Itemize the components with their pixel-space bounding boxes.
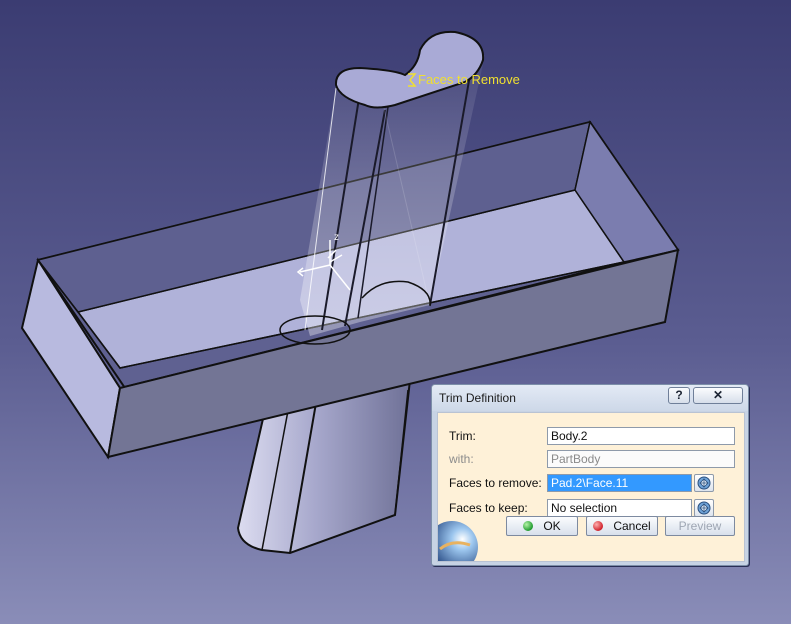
cancel-button[interactable]: Cancel: [586, 516, 658, 536]
selection-picker-icon: [697, 501, 711, 515]
faces-to-keep-picker-button[interactable]: [694, 499, 714, 517]
close-button[interactable]: ✕: [693, 387, 743, 404]
preview-button[interactable]: Preview: [665, 516, 735, 536]
trim-label: Trim:: [449, 429, 476, 443]
faces-to-remove-label: Faces to remove:: [449, 476, 542, 490]
dialog-titlebar[interactable]: Trim Definition ? ✕: [432, 385, 748, 411]
cancel-label: Cancel: [613, 519, 651, 533]
trim-field[interactable]: Body.2: [547, 427, 735, 445]
ok-button[interactable]: OK: [506, 516, 578, 536]
faces-to-remove-field[interactable]: Pad.2\Face.11: [547, 474, 692, 492]
cancel-icon: [593, 521, 604, 531]
dialog-body: Trim: Body.2 with: PartBody Faces to rem…: [437, 412, 745, 562]
annotation-text: Faces to Remove: [418, 72, 520, 87]
dialog-title: Trim Definition: [439, 391, 516, 405]
faces-to-keep-field[interactable]: No selection: [547, 499, 692, 517]
faces-to-remove-picker-button[interactable]: [694, 474, 714, 492]
axis-z-label: z: [334, 232, 339, 243]
with-field: PartBody: [547, 450, 735, 468]
selection-picker-icon: [697, 476, 711, 490]
globe-icon: [438, 521, 478, 561]
help-button[interactable]: ?: [668, 387, 690, 404]
ok-icon: [523, 521, 534, 531]
trim-definition-dialog: Trim Definition ? ✕ Trim: Body.2 with: P…: [431, 384, 749, 566]
ok-label: OK: [543, 519, 561, 533]
faces-to-remove-annotation[interactable]: Faces to Remove: [407, 72, 520, 87]
with-label: with:: [449, 452, 474, 466]
annotation-flag-icon: [408, 72, 417, 87]
